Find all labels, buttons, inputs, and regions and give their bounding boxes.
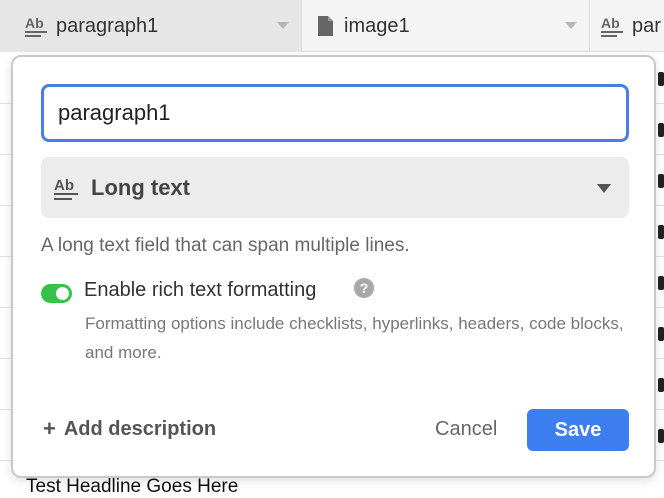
long-text-icon: Ab: [24, 14, 50, 38]
cell-edge-glyph: [658, 276, 664, 290]
column-header-image1[interactable]: image1: [302, 0, 590, 52]
save-button[interactable]: Save: [527, 409, 629, 451]
column-header-label: paragraph1: [56, 14, 159, 37]
chevron-down-icon: [597, 184, 611, 193]
cell-edge-glyph: [658, 378, 664, 392]
column-header-row: Ab paragraph1 image1 Ab par: [0, 0, 664, 52]
add-description-label: Add description: [63, 417, 217, 440]
help-icon[interactable]: ?: [354, 278, 374, 298]
attachment-icon: [312, 14, 338, 38]
cell-edge-glyph: [658, 72, 664, 86]
add-description-button[interactable]: + Add description: [43, 416, 216, 442]
long-text-icon: Ab: [53, 174, 81, 202]
svg-text:Ab: Ab: [25, 15, 44, 31]
column-header-paragraph1[interactable]: Ab paragraph1: [0, 0, 302, 52]
column-header-label: par: [632, 14, 661, 37]
field-editor-popup: Ab Long text A long text field that can …: [11, 55, 656, 478]
cell-edge-glyph: [658, 174, 664, 188]
chevron-down-icon[interactable]: [565, 22, 577, 29]
svg-text:Ab: Ab: [601, 15, 620, 31]
toggle-knob: [56, 287, 69, 300]
chevron-down-icon[interactable]: [277, 22, 289, 29]
field-type-description: A long text field that can span multiple…: [41, 235, 410, 256]
cancel-button[interactable]: Cancel: [435, 418, 497, 441]
cell-edge-glyph: [658, 225, 664, 239]
plus-icon: +: [43, 416, 56, 441]
cell-edge-glyph: [658, 429, 664, 443]
cell-edge-glyph: [658, 123, 664, 137]
cell-edge-glyph: [658, 327, 664, 341]
field-name-input[interactable]: [41, 84, 629, 142]
svg-text:Ab: Ab: [54, 177, 74, 194]
column-header-par[interactable]: Ab par: [590, 0, 664, 52]
rich-text-toggle[interactable]: [41, 284, 72, 303]
rich-text-label: Enable rich text formatting: [84, 279, 317, 301]
column-header-label: image1: [344, 14, 410, 37]
cell-text[interactable]: Test Headline Goes Here: [26, 476, 238, 498]
field-type-select[interactable]: Ab Long text: [41, 157, 629, 218]
field-type-label: Long text: [91, 174, 190, 200]
rich-text-help: Formatting options include checklists, h…: [85, 314, 624, 362]
long-text-icon: Ab: [600, 14, 626, 38]
